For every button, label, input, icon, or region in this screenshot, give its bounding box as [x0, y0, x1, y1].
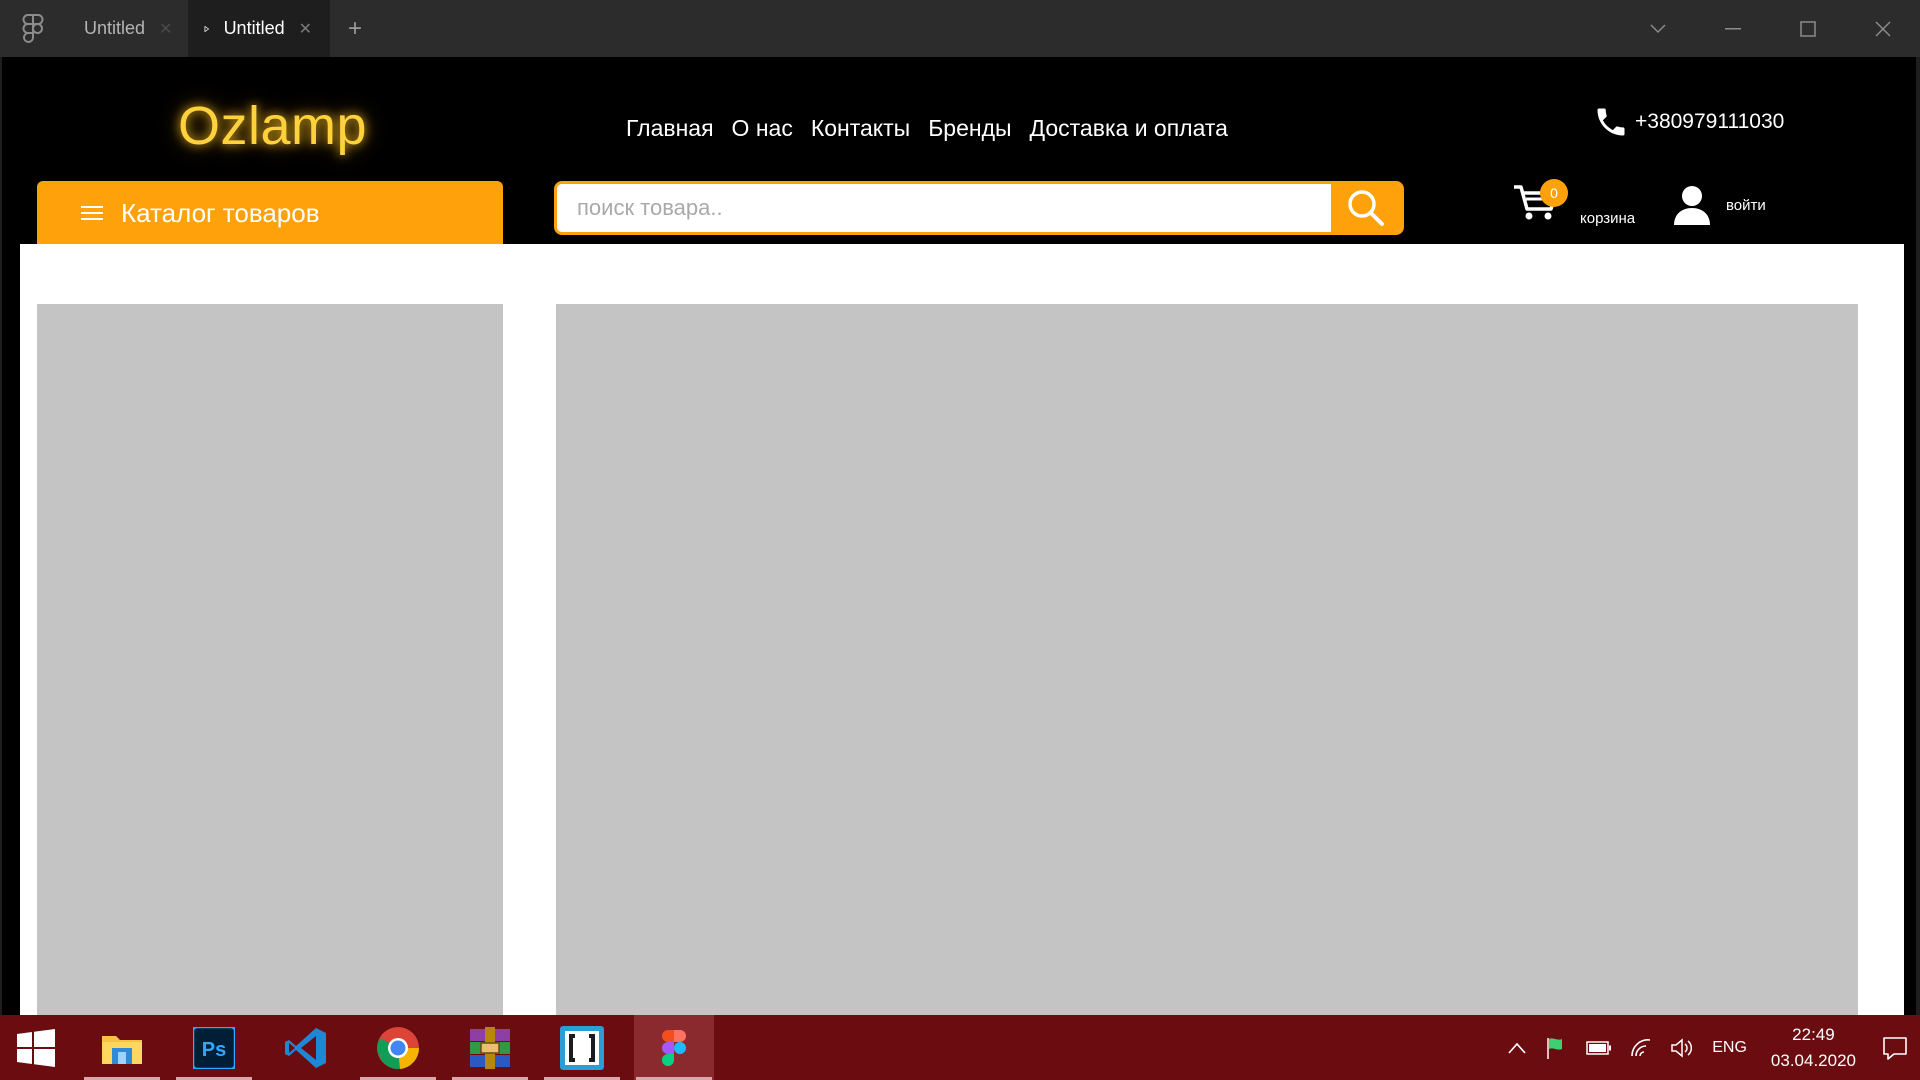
user-icon	[1674, 186, 1710, 225]
main-nav: Главная О нас Контакты Бренды Доставка и…	[626, 115, 1228, 142]
content-area	[20, 244, 1904, 1015]
figma-menu-icon[interactable]	[0, 0, 66, 57]
phone-number: +380979111030	[1635, 110, 1785, 133]
nav-brands[interactable]: Бренды	[928, 115, 1011, 142]
windows-logo-icon	[17, 1028, 55, 1067]
title-bar-drag-area	[380, 0, 1620, 57]
battery-icon[interactable]	[1586, 1040, 1612, 1056]
new-tab-button[interactable]: +	[330, 0, 380, 57]
winrar-icon	[470, 1026, 510, 1069]
catalog-button[interactable]: Каталог товаров	[37, 181, 503, 245]
figma-title-bar: Untitled ✕ Untitled ✕ +	[0, 0, 1920, 57]
catalog-button-label: Каталог товаров	[121, 197, 320, 228]
vscode-icon	[285, 1027, 326, 1068]
maximize-button[interactable]	[1770, 0, 1845, 57]
taskbar-winrar[interactable]	[450, 1015, 530, 1080]
photoshop-icon: Ps	[193, 1026, 235, 1069]
nav-home[interactable]: Главная	[626, 115, 714, 142]
language-indicator[interactable]: ENG	[1712, 1039, 1747, 1057]
clock-date: 03.04.2020	[1770, 1050, 1856, 1070]
main-placeholder	[556, 304, 1858, 1015]
search-input[interactable]	[557, 184, 1331, 232]
search-bar	[554, 181, 1404, 235]
taskbar-file-explorer[interactable]	[82, 1015, 162, 1080]
file-explorer-icon	[102, 1035, 142, 1064]
wifi-icon[interactable]	[1630, 1038, 1652, 1058]
taskbar-photoshop[interactable]: Ps	[174, 1015, 254, 1080]
login-label: войти	[1726, 196, 1766, 214]
clock-time: 22:49	[1792, 1024, 1835, 1044]
svg-text:Ps: Ps	[202, 1039, 226, 1061]
taskbar-vscode[interactable]	[266, 1015, 346, 1080]
site-logo[interactable]: Ozlamp	[178, 95, 367, 157]
phone-contact[interactable]: +380979111030	[1593, 104, 1784, 140]
action-center-button[interactable]	[1870, 1036, 1920, 1060]
taskbar-figma[interactable]	[634, 1015, 714, 1080]
minimize-button[interactable]	[1695, 0, 1770, 57]
tab-label: Untitled	[223, 18, 285, 38]
chevron-down-icon[interactable]	[1620, 0, 1695, 57]
cart-button[interactable]: 0 корзина	[1512, 177, 1635, 227]
play-icon	[204, 25, 210, 32]
system-tray: ENG	[1508, 1036, 1765, 1060]
hamburger-menu-icon	[81, 206, 103, 220]
chevron-up-icon[interactable]	[1508, 1042, 1526, 1054]
windows-taskbar: Ps ENG 22:49 03.04.2020	[0, 1015, 1920, 1080]
taskbar-brackets[interactable]	[542, 1015, 622, 1080]
tab-label: Untitled	[84, 18, 146, 38]
sidebar-placeholder	[37, 304, 503, 1015]
flag-icon[interactable]	[1544, 1036, 1568, 1060]
nav-contacts[interactable]: Контакты	[811, 115, 910, 142]
website-frame: Ozlamp Главная О нас Контакты Бренды Дос…	[2, 57, 1916, 1015]
notification-icon	[1883, 1036, 1907, 1060]
chrome-icon	[377, 1026, 420, 1069]
brackets-icon	[560, 1025, 604, 1070]
cart-count-badge: 0	[1540, 179, 1568, 207]
close-window-button[interactable]	[1845, 0, 1920, 57]
search-icon	[1348, 190, 1384, 226]
figma-canvas: Ozlamp Главная О нас Контакты Бренды Дос…	[0, 57, 1920, 1015]
close-tab-icon[interactable]: ✕	[299, 19, 312, 39]
login-button[interactable]: войти	[1674, 185, 1766, 225]
nav-about[interactable]: О нас	[732, 115, 793, 142]
nav-delivery[interactable]: Доставка и оплата	[1030, 115, 1228, 142]
tab-untitled-1[interactable]: Untitled ✕	[66, 0, 188, 57]
volume-icon[interactable]	[1670, 1037, 1694, 1058]
phone-icon	[1597, 108, 1625, 136]
figma-icon	[662, 1029, 686, 1066]
taskbar-chrome[interactable]	[358, 1015, 438, 1080]
cart-label: корзина	[1580, 210, 1636, 227]
search-button[interactable]	[1331, 184, 1401, 232]
tab-untitled-2[interactable]: Untitled ✕	[188, 0, 330, 57]
close-tab-icon[interactable]: ✕	[159, 19, 172, 39]
windows-start-button[interactable]	[0, 1015, 72, 1080]
taskbar-clock[interactable]: 22:49 03.04.2020	[1771, 1022, 1856, 1074]
